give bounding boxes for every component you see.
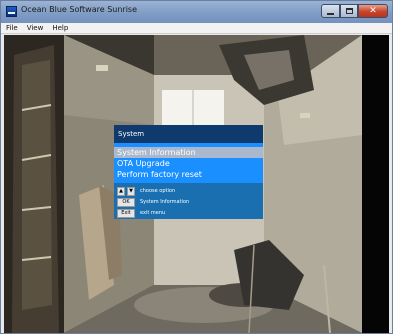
osd-help-panel: ▲ ▼ choose option OK System Information … xyxy=(114,183,263,219)
menu-view[interactable]: View xyxy=(27,23,44,33)
down-arrow-key-icon: ▼ xyxy=(127,186,135,196)
ok-key: OK xyxy=(117,197,135,207)
close-icon: ✕ xyxy=(369,5,377,16)
help-navigate-text: choose option xyxy=(140,188,176,194)
osd-option-ota-upgrade[interactable]: OTA Upgrade xyxy=(114,158,263,169)
close-button[interactable]: ✕ xyxy=(358,4,388,18)
osd-title: System xyxy=(114,125,263,143)
osd-menu: System System Information OTA Upgrade Pe… xyxy=(114,125,263,219)
maximize-button[interactable] xyxy=(340,4,358,18)
minimize-icon xyxy=(327,12,334,15)
osd-option-system-information[interactable]: System Information xyxy=(114,147,263,158)
exit-key: Exit xyxy=(117,208,135,218)
help-row-exit: Exit exit menu xyxy=(117,208,263,218)
up-arrow-key-icon: ▲ xyxy=(117,186,125,196)
menu-file[interactable]: File xyxy=(6,23,18,33)
title-bar[interactable]: Ocean Blue Software Sunrise ✕ xyxy=(1,1,392,23)
window-title: Ocean Blue Software Sunrise xyxy=(21,5,138,14)
menu-bar: File View Help xyxy=(1,23,392,34)
minimize-button[interactable] xyxy=(321,4,340,18)
video-display[interactable]: System System Information OTA Upgrade Pe… xyxy=(4,35,389,333)
help-exit-text: exit menu xyxy=(140,210,166,216)
help-row-navigate: ▲ ▼ choose option xyxy=(117,186,263,196)
app-window: Ocean Blue Software Sunrise ✕ File View … xyxy=(0,0,393,334)
osd-option-list: System Information OTA Upgrade Perform f… xyxy=(114,143,263,183)
maximize-icon xyxy=(345,8,353,14)
help-row-ok: OK System Information xyxy=(117,197,263,207)
menu-help[interactable]: Help xyxy=(52,23,68,33)
app-icon xyxy=(6,6,17,17)
help-ok-text: System Information xyxy=(140,199,190,205)
osd-option-factory-reset[interactable]: Perform factory reset xyxy=(114,169,263,180)
